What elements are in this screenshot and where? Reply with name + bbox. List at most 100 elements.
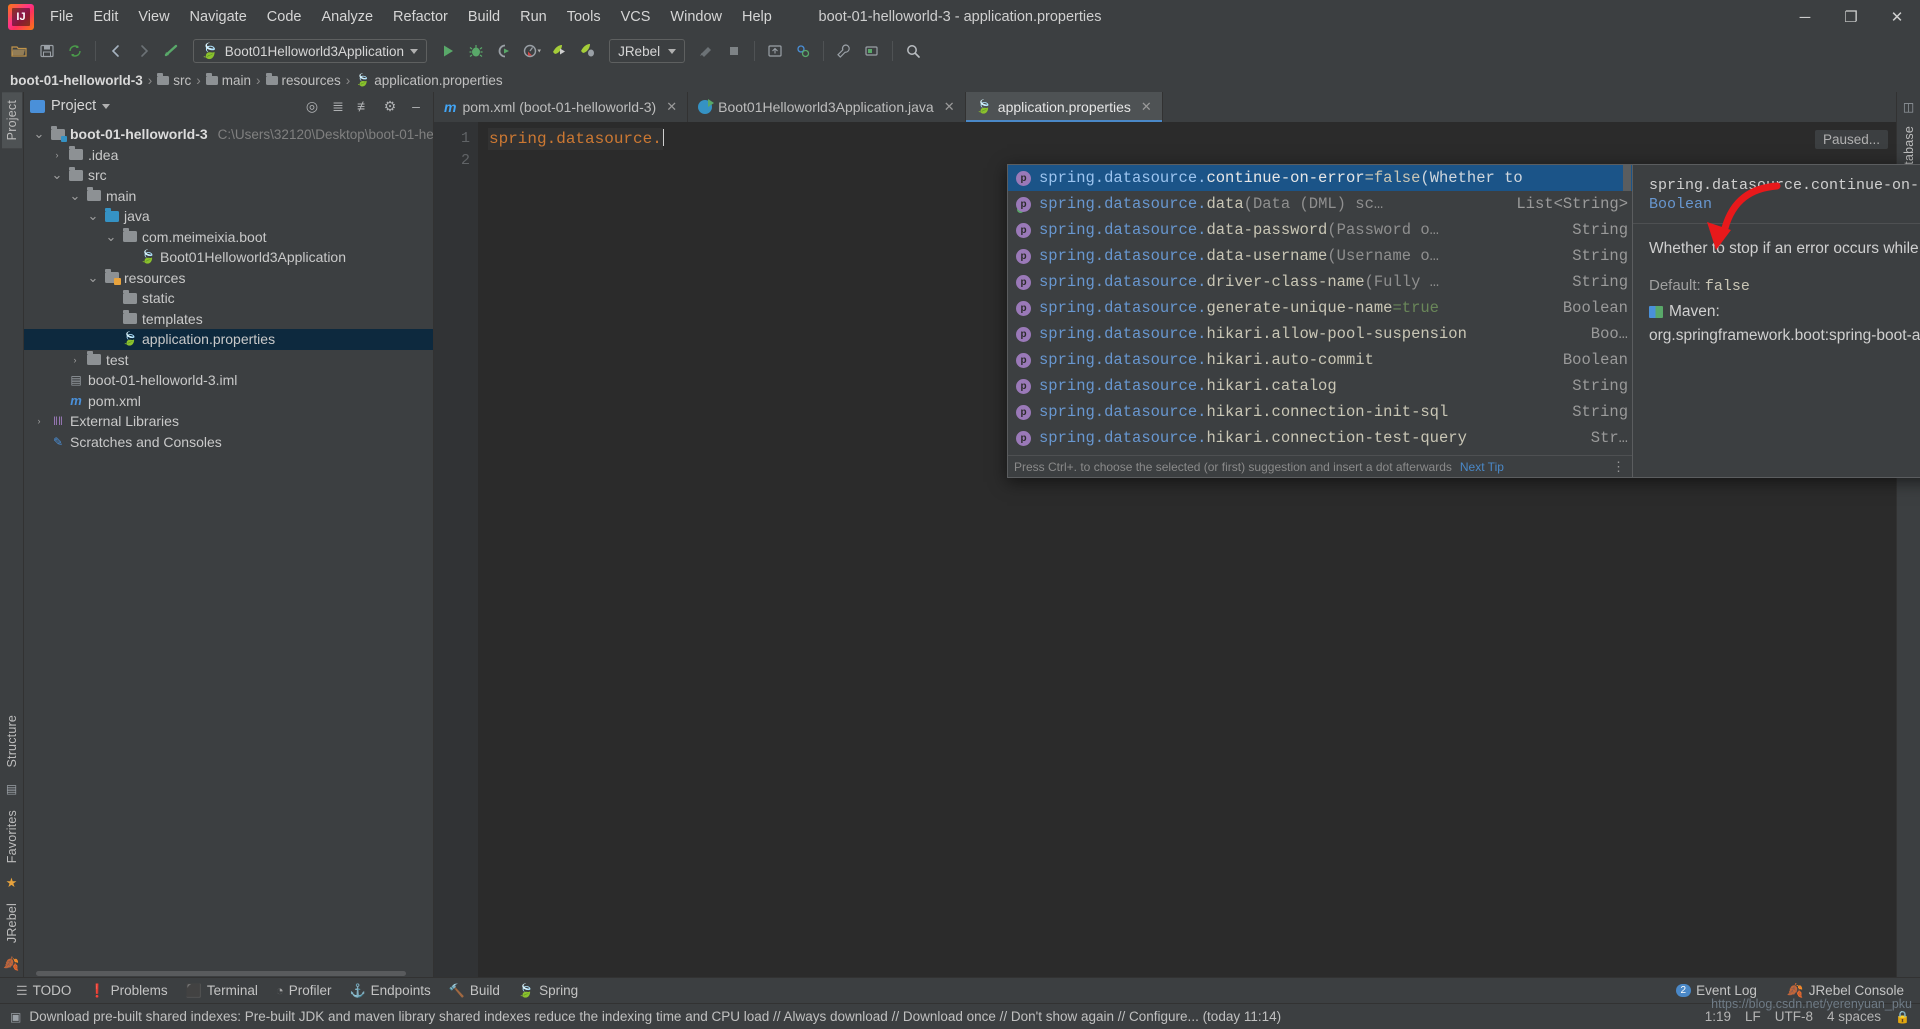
chevron-right-icon[interactable]: › — [68, 355, 82, 365]
collapse-all-icon[interactable]: ≣ — [327, 95, 349, 117]
bottom-tab-todo[interactable]: ☰ TODO — [8, 981, 79, 1001]
chevron-down-icon[interactable]: ⌄ — [86, 209, 100, 222]
tree-node[interactable]: ⌄ boot-01-helloworld-3 C:\Users\32120\Desk… — [24, 124, 433, 145]
menu-item-view[interactable]: View — [128, 3, 179, 31]
maven-reload-icon[interactable] — [790, 38, 816, 64]
jrebel-selector[interactable]: JRebel — [609, 39, 686, 63]
save-all-icon[interactable] — [34, 38, 60, 64]
jrebel-debug-icon[interactable] — [575, 38, 601, 64]
bottom-tab-problems[interactable]: ❗ Problems — [81, 981, 175, 1001]
breadcrumb-item[interactable]: main — [205, 72, 251, 88]
tree-node[interactable]: static — [24, 288, 433, 309]
completion-item[interactable]: p spring.datasource. hikari.connection-tes… — [1008, 425, 1632, 451]
sidebar-item-jrebel[interactable]: JRebel — [2, 895, 22, 951]
tree-node[interactable]: 🍃 application.properties — [24, 329, 433, 350]
minimize-button[interactable]: ─ — [1782, 0, 1828, 34]
bottom-tab-terminal[interactable]: ⬛ Terminal — [178, 981, 266, 1001]
tree-node[interactable]: ⌄ main — [24, 186, 433, 207]
tree-node[interactable]: ✎ Scratches and Consoles — [24, 432, 433, 453]
next-tip-link[interactable]: Next Tip — [1460, 460, 1504, 474]
breadcrumb-item[interactable]: resources — [265, 72, 341, 88]
completion-item[interactable]: p spring.datasource. data-username (Userna… — [1008, 243, 1632, 269]
completion-item[interactable]: p spring.datasource. hikari.connection-ini… — [1008, 399, 1632, 425]
tree-node[interactable]: › ‖‖ External Libraries — [24, 411, 433, 432]
menu-item-navigate[interactable]: Navigate — [180, 3, 257, 31]
tree-node[interactable]: 🍃 Boot01Helloworld3Application — [24, 247, 433, 268]
expand-all-icon[interactable]: ≢ — [353, 95, 375, 117]
sidebar-item-structure[interactable]: Structure — [2, 707, 22, 776]
completion-item[interactable]: pspring.datasource.hikari.connection-tim… — [1008, 451, 1632, 455]
bottom-tab-build[interactable]: 🔨 Build — [441, 981, 508, 1001]
chevron-right-icon[interactable]: › — [32, 416, 46, 426]
tree-node[interactable]: templates — [24, 309, 433, 330]
sidebar-item-project[interactable]: Project — [1, 92, 22, 149]
run-button[interactable] — [435, 38, 461, 64]
search-everywhere-icon[interactable] — [900, 38, 926, 64]
menu-item-run[interactable]: Run — [510, 3, 557, 31]
tree-node[interactable]: m pom.xml — [24, 391, 433, 412]
bottom-tab-endpoints[interactable]: ⚓ Endpoints — [341, 981, 438, 1001]
gear-icon[interactable]: ⚙ — [379, 95, 401, 117]
chevron-down-icon[interactable]: ⌄ — [50, 168, 64, 181]
line-separator[interactable]: LF — [1745, 1009, 1761, 1024]
close-tab-icon[interactable]: ✕ — [944, 99, 955, 115]
completion-list[interactable]: p spring.datasource. continue-on-error =fal… — [1008, 165, 1632, 455]
close-button[interactable]: ✕ — [1874, 0, 1920, 34]
tree-node[interactable]: ▤ boot-01-helloworld-3.iml — [24, 370, 433, 391]
tree-node[interactable]: ⌄ resources — [24, 268, 433, 289]
menu-item-code[interactable]: Code — [257, 3, 312, 31]
bottom-tab-spring[interactable]: 🍃 Spring — [510, 981, 586, 1001]
scroll-from-source-icon[interactable]: ◎ — [301, 95, 323, 117]
bottom-tab-profiler[interactable]: ◔ Profiler — [268, 981, 340, 1000]
menu-item-window[interactable]: Window — [660, 3, 732, 31]
profile-button[interactable] — [519, 38, 545, 64]
debug-button[interactable] — [463, 38, 489, 64]
navigate-forward-icon[interactable] — [131, 38, 157, 64]
run-configuration-selector[interactable]: 🍃 Boot01Helloworld3Application — [193, 39, 428, 63]
chevron-down-icon[interactable] — [102, 103, 111, 109]
sync-icon[interactable] — [62, 38, 88, 64]
completion-item[interactable]: p spring.datasource. hikari.catalog String — [1008, 373, 1632, 399]
completion-more-icon[interactable]: ⋮ — [1612, 459, 1626, 475]
navigate-back-icon[interactable] — [103, 38, 129, 64]
plugin-icon[interactable] — [859, 38, 885, 64]
editor-tab[interactable]: 🍃 application.properties ✕ — [965, 92, 1163, 122]
menu-item-vcs[interactable]: VCS — [611, 3, 661, 31]
sidebar-item-favorites[interactable]: Favorites — [2, 802, 22, 871]
menu-item-build[interactable]: Build — [458, 3, 510, 31]
tree-node[interactable]: ⌄ java — [24, 206, 433, 227]
indent-setting[interactable]: 4 spaces — [1827, 1009, 1881, 1024]
tree-node[interactable]: ⌄ src — [24, 165, 433, 186]
chevron-down-icon[interactable]: ⌄ — [32, 127, 46, 140]
completion-item[interactable]: p spring.datasource. hikari.auto-commit Boo… — [1008, 347, 1632, 373]
menu-item-edit[interactable]: Edit — [83, 3, 128, 31]
hide-panel-icon[interactable]: – — [405, 95, 427, 117]
close-tab-icon[interactable]: ✕ — [1141, 99, 1152, 115]
completion-item[interactable]: p spring.datasource. data (Data (DML) sc… L… — [1008, 191, 1632, 217]
menu-item-tools[interactable]: Tools — [557, 3, 611, 31]
completion-item[interactable]: p spring.datasource. hikari.allow-pool-sus… — [1008, 321, 1632, 347]
menu-item-analyze[interactable]: Analyze — [311, 3, 383, 31]
caret-position[interactable]: 1:19 — [1705, 1009, 1731, 1024]
breadcrumb-item[interactable]: 🍃 application.properties — [355, 73, 502, 88]
project-panel-scrollbar[interactable] — [24, 970, 433, 977]
chevron-right-icon[interactable]: › — [50, 150, 64, 160]
maximize-button[interactable]: ❐ — [1828, 0, 1874, 34]
chevron-down-icon[interactable]: ⌄ — [104, 230, 118, 243]
completion-scrollbar[interactable] — [1623, 165, 1631, 191]
completion-item[interactable]: p spring.datasource. driver-class-name (Fu… — [1008, 269, 1632, 295]
status-message[interactable]: Download pre-built shared indexes: Pre-b… — [29, 1009, 1281, 1024]
project-tree[interactable]: ⌄ boot-01-helloworld-3 C:\Users\32120\Desk… — [24, 120, 433, 970]
menu-item-help[interactable]: Help — [732, 3, 782, 31]
jrebel-run-icon[interactable] — [547, 38, 573, 64]
breadcrumb-item[interactable]: src — [157, 72, 191, 88]
run-with-coverage-button[interactable] — [491, 38, 517, 64]
editor-tab[interactable]: Boot01Helloworld3Application.java ✕ — [688, 92, 966, 122]
wrench-icon[interactable] — [831, 38, 857, 64]
file-encoding[interactable]: UTF-8 — [1775, 1009, 1813, 1024]
completion-item[interactable]: p spring.datasource. continue-on-error =fal… — [1008, 165, 1632, 191]
tree-node[interactable]: ⌄ com.meimeixia.boot — [24, 227, 433, 248]
stop-icon[interactable] — [721, 38, 747, 64]
editor-tab[interactable]: m pom.xml (boot-01-helloworld-3) ✕ — [434, 92, 689, 122]
chevron-down-icon[interactable]: ⌄ — [68, 189, 82, 202]
